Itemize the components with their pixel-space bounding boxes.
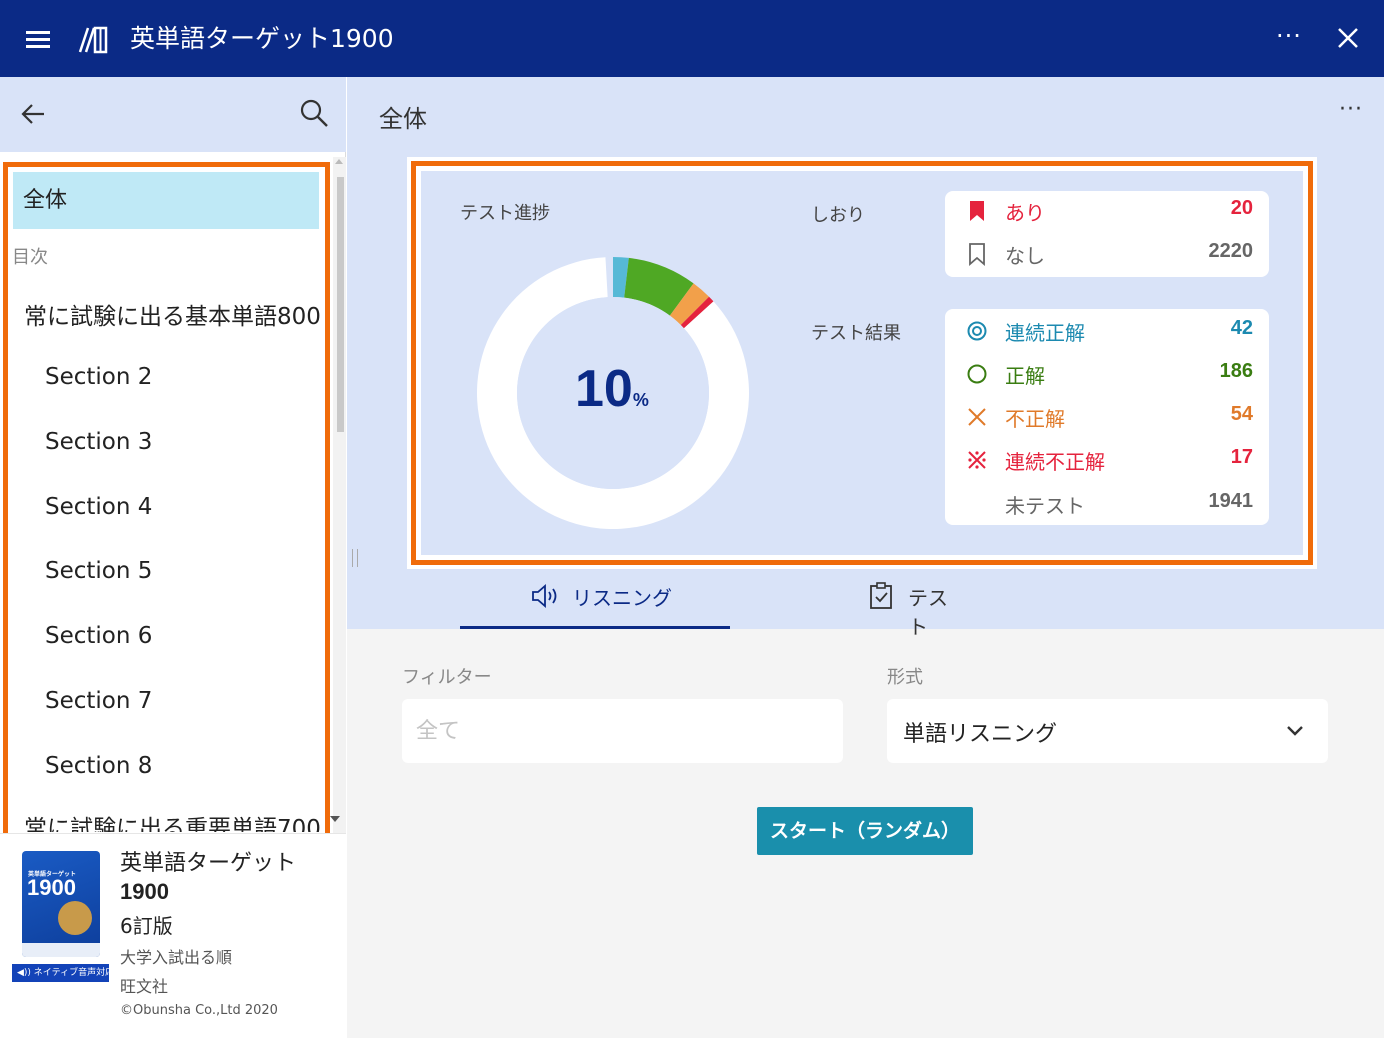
- pane-splitter-handle[interactable]: [352, 549, 358, 567]
- scroll-up-arrow-icon[interactable]: [335, 159, 343, 164]
- main-panel: 全体 ··· テスト進捗 10% しおり テスト結果 あり 20 なし 2220: [347, 77, 1384, 1038]
- progress-percent: 10%: [575, 360, 649, 418]
- dog-illustration-icon: [58, 901, 92, 935]
- scroll-down-arrow-icon[interactable]: [330, 816, 340, 822]
- book-title: 英単語ターゲット 1900: [120, 851, 297, 904]
- result-row-incorrect[interactable]: 不正解 54: [945, 397, 1269, 437]
- result-row-correct[interactable]: 正解 186: [945, 354, 1269, 394]
- toc-section-7[interactable]: Section 7: [45, 688, 152, 714]
- table-of-contents: 目次 常に試験に出る基本単語800 Section 2 Section 3 Se…: [0, 152, 333, 832]
- book-info: 英単語ターゲット 1900 ◀)) ネイティブ音声対応 英単語ターゲット 190…: [0, 833, 346, 1038]
- result-row-consecutive-incorrect[interactable]: 連続不正解 17: [945, 440, 1269, 480]
- page-title: 全体: [379, 105, 427, 133]
- kome-mark-icon: [968, 451, 986, 469]
- book-publisher: 旺文社: [120, 977, 169, 996]
- toc-section-6[interactable]: Section 6: [45, 623, 152, 649]
- dictionary-logo-icon: [78, 26, 108, 54]
- scrollbar-thumb[interactable]: [337, 177, 344, 432]
- bookmark-row-no[interactable]: なし 2220: [945, 234, 1269, 274]
- result-row-consecutive-correct[interactable]: 連続正解 42: [945, 311, 1269, 351]
- summary-panel: 全体 ··· テスト進捗 10% しおり テスト結果 あり 20 なし 2220: [347, 77, 1384, 639]
- filter-input[interactable]: [402, 699, 843, 763]
- toc-section-5[interactable]: Section 5: [45, 558, 152, 584]
- bookmark-label: しおり: [811, 205, 865, 226]
- double-circle-icon: [967, 321, 987, 341]
- clipboard-check-icon: [870, 582, 892, 609]
- cross-icon: [968, 408, 986, 426]
- more-options-button[interactable]: ···: [1276, 22, 1302, 50]
- bookmark-filled-icon: [970, 201, 984, 221]
- format-selected-value: 単語リスニング: [903, 722, 1058, 747]
- toc-chapter-important-700[interactable]: 常に試験に出る重要単語700: [24, 815, 321, 832]
- book-subtitle: 大学入試出る順: [120, 948, 233, 967]
- test-result-card: 連続正解 42 正解 186 不正解 54 連続不正解 17 未テスト 1941: [945, 309, 1269, 525]
- mode-tabs: リスニング テスト: [460, 573, 1000, 639]
- toc-heading: 目次: [12, 247, 48, 268]
- toc-section-4[interactable]: Section 4: [45, 494, 152, 520]
- tab-test[interactable]: テスト: [750, 573, 950, 639]
- sidebar: 目次 常に試験に出る基本単語800 Section 2 Section 3 Se…: [0, 77, 346, 1038]
- toc-section-2[interactable]: Section 2: [45, 364, 152, 390]
- result-row-untested[interactable]: 未テスト 1941: [945, 484, 1269, 524]
- tab-listening[interactable]: リスニング: [460, 573, 730, 629]
- sidebar-header: [0, 77, 346, 152]
- circle-icon: [967, 364, 987, 384]
- back-arrow-icon[interactable]: [18, 99, 48, 129]
- speaker-icon: [532, 584, 557, 608]
- format-label: 形式: [887, 667, 923, 688]
- chevron-down-icon: [1287, 726, 1303, 736]
- toc-chapter-basic-800[interactable]: 常に試験に出る基本単語800: [24, 297, 321, 331]
- book-edition: 6訂版: [120, 914, 173, 938]
- bookmark-outline-icon: [969, 243, 985, 266]
- toc-section-8[interactable]: Section 8: [45, 753, 152, 779]
- hamburger-menu-icon[interactable]: [22, 24, 56, 54]
- native-audio-badge: ◀)) ネイティブ音声対応: [12, 964, 114, 982]
- page-more-button[interactable]: ···: [1339, 97, 1363, 122]
- title-bar: 英単語ターゲット1900 ···: [0, 0, 1384, 77]
- filter-label: フィルター: [402, 667, 492, 688]
- search-icon[interactable]: [298, 97, 330, 129]
- test-result-label: テスト結果: [811, 323, 901, 344]
- app-title: 英単語ターゲット1900: [130, 24, 394, 53]
- toc-section-3[interactable]: Section 3: [45, 429, 152, 455]
- progress-label: テスト進捗: [460, 203, 550, 224]
- close-icon[interactable]: [1334, 24, 1362, 52]
- bookmark-row-yes[interactable]: あり 20: [945, 191, 1269, 231]
- format-dropdown[interactable]: 単語リスニング: [887, 699, 1328, 763]
- start-random-button[interactable]: スタート（ランダム）: [757, 807, 973, 855]
- toc-item-overall[interactable]: 全体: [13, 172, 319, 229]
- book-cover-image: 英単語ターゲット 1900: [22, 851, 100, 957]
- book-copyright: ©Obunsha Co.,Ltd 2020: [120, 1003, 278, 1018]
- bookmark-card: あり 20 なし 2220: [945, 191, 1269, 277]
